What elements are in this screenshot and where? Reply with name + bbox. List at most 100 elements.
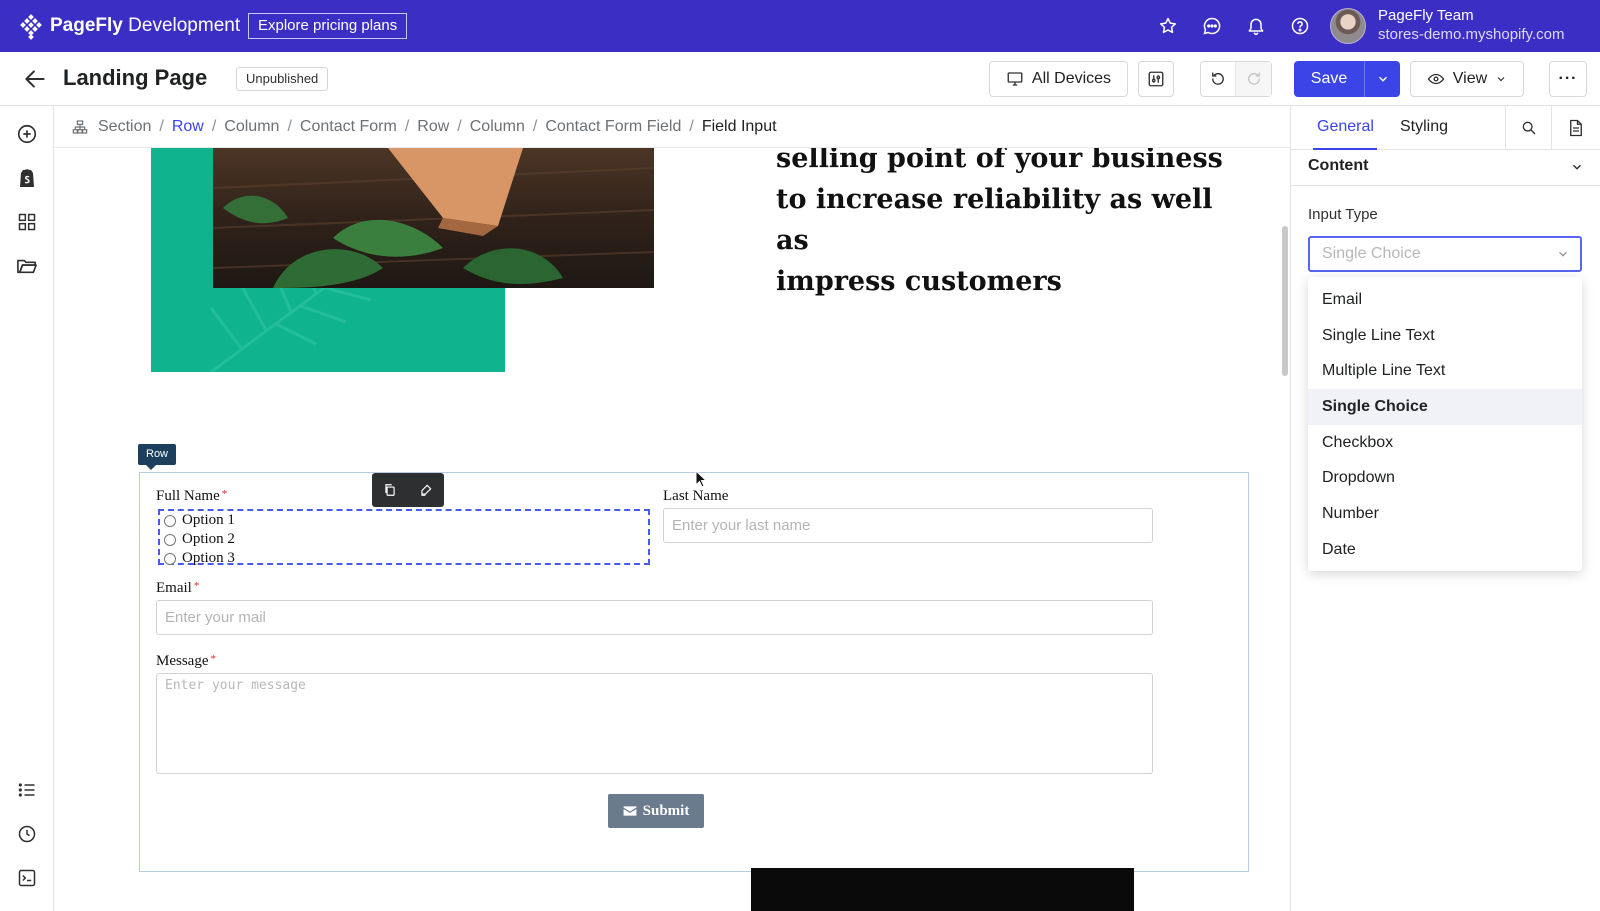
last-name-input[interactable]: Enter your last name <box>663 508 1153 543</box>
folder-icon[interactable] <box>15 254 39 278</box>
submit-button-label: Submit <box>642 802 690 819</box>
breadcrumb-field-input: Field Input <box>701 117 777 135</box>
email-label: Email * <box>156 580 200 596</box>
dropdown-option-dropdown[interactable]: Dropdown <box>1308 460 1582 496</box>
chevron-down-icon <box>1559 251 1567 257</box>
device-selector-label: All Devices <box>1031 70 1112 87</box>
chat-icon[interactable] <box>1200 14 1224 38</box>
save-options-button[interactable] <box>1364 61 1400 97</box>
list-icon[interactable] <box>15 778 39 802</box>
headline-line: impress customers <box>776 266 1062 297</box>
input-type-dropdown-menu: Email Single Line Text Multiple Line Tex… <box>1308 277 1582 571</box>
undo-button[interactable] <box>1201 62 1237 96</box>
breadcrumb-separator: / <box>211 117 217 135</box>
view-button-label: View <box>1452 70 1488 87</box>
tab-general[interactable]: General <box>1317 118 1374 136</box>
breadcrumb-separator: / <box>689 117 694 135</box>
sitemap-icon <box>72 119 88 134</box>
clock-icon[interactable] <box>15 822 39 846</box>
document-button[interactable] <box>1551 106 1600 150</box>
radio-option[interactable]: Option 3 <box>160 549 648 568</box>
status-badge: Unpublished <box>236 67 329 91</box>
row-tag[interactable]: Row <box>138 444 177 470</box>
product-photo <box>213 148 654 288</box>
radio-option-label: Option 2 <box>182 531 235 547</box>
settings-sliders-button[interactable] <box>1138 61 1174 97</box>
star-icon[interactable] <box>1156 14 1180 38</box>
single-choice-field[interactable]: Option 1 Option 2 Option 3 <box>158 509 650 568</box>
dropdown-option-date[interactable]: Date <box>1308 532 1582 568</box>
page-title: Landing Page <box>63 65 208 90</box>
style-brush-icon[interactable] <box>419 483 433 497</box>
shopify-icon[interactable] <box>15 166 39 190</box>
radio-option[interactable]: Option 1 <box>160 511 648 530</box>
breadcrumb-separator: / <box>532 117 538 135</box>
avatar[interactable] <box>1330 8 1366 44</box>
breadcrumb-separator: / <box>457 117 462 135</box>
message-label: Message * <box>156 653 216 669</box>
content-section-title: Content <box>1308 157 1369 174</box>
canvas-scrollbar[interactable] <box>1282 226 1288 376</box>
input-type-select[interactable]: Single Choice <box>1308 236 1582 272</box>
search-button[interactable] <box>1505 106 1551 150</box>
dropdown-option-single-choice[interactable]: Single Choice <box>1308 389 1582 425</box>
brand-name: PageFly Development <box>50 15 241 36</box>
pagefly-logo-icon <box>20 14 42 40</box>
breadcrumb-column-2[interactable]: Column <box>470 118 525 136</box>
explore-pricing-button[interactable]: Explore pricing plans <box>248 13 408 39</box>
headline-line: to increase reliability as well as <box>776 184 1213 256</box>
terminal-icon[interactable] <box>15 866 39 890</box>
input-type-value: Single Choice <box>1322 245 1421 262</box>
envelope-icon <box>623 806 637 816</box>
add-icon[interactable] <box>15 122 39 146</box>
breadcrumb-separator: / <box>404 117 410 135</box>
duplicate-icon[interactable] <box>383 483 397 497</box>
headline-line: selling point of your business <box>776 148 1223 174</box>
user-name: PageFly Team <box>1378 7 1474 24</box>
chevron-down-icon <box>1378 76 1387 82</box>
eye-icon <box>1427 73 1445 85</box>
radio-circle[interactable] <box>164 552 176 565</box>
breadcrumb-row[interactable]: Row <box>172 118 204 136</box>
device-selector[interactable]: All Devices <box>989 61 1128 97</box>
last-name-label: Last Name <box>663 488 729 504</box>
bell-icon[interactable] <box>1244 14 1268 38</box>
breadcrumb-section[interactable]: Section <box>98 118 151 136</box>
radio-option-label: Option 1 <box>182 512 235 528</box>
chevron-down-icon[interactable] <box>1570 160 1584 174</box>
monitor-icon <box>1007 72 1023 86</box>
dropdown-option-checkbox[interactable]: Checkbox <box>1308 425 1582 461</box>
input-type-label: Input Type <box>1308 206 1378 223</box>
more-options-button[interactable]: ··· <box>1549 61 1587 97</box>
view-button[interactable]: View <box>1410 61 1524 97</box>
redo-button[interactable] <box>1236 62 1271 96</box>
radio-circle[interactable] <box>164 514 176 527</box>
radio-option[interactable]: Option 2 <box>160 530 648 549</box>
dropdown-option-single-line-text[interactable]: Single Line Text <box>1308 318 1582 354</box>
field-toolbar <box>372 473 444 507</box>
dropdown-option-email[interactable]: Email <box>1308 282 1582 318</box>
help-icon[interactable] <box>1288 14 1312 38</box>
search-icon <box>1522 121 1535 135</box>
tab-styling[interactable]: Styling <box>1400 118 1448 136</box>
dark-image-block <box>751 868 1134 911</box>
message-textarea[interactable]: Enter your message <box>156 673 1153 774</box>
sliders-icon <box>1148 71 1164 87</box>
breadcrumb-row-2[interactable]: Row <box>417 118 449 136</box>
breadcrumb-contact-form[interactable]: Contact Form <box>300 118 397 136</box>
email-field[interactable]: Enter your mail <box>156 600 1153 635</box>
dropdown-option-number[interactable]: Number <box>1308 496 1582 532</box>
breadcrumb-separator: / <box>287 117 292 135</box>
grid-icon[interactable] <box>15 210 39 234</box>
breadcrumb-column[interactable]: Column <box>224 118 279 136</box>
undo-redo-group <box>1200 61 1272 97</box>
dropdown-option-multiple-line-text[interactable]: Multiple Line Text <box>1308 353 1582 389</box>
mouse-cursor-icon <box>695 470 708 488</box>
radio-circle[interactable] <box>164 533 176 546</box>
headline-text: selling point of your business to increa… <box>776 148 1246 302</box>
submit-button[interactable]: Submit <box>608 794 704 828</box>
breadcrumb-contact-form-field[interactable]: Contact Form Field <box>545 118 681 136</box>
redo-icon <box>1247 72 1260 85</box>
back-arrow-icon[interactable] <box>22 66 48 92</box>
save-button[interactable]: Save <box>1294 61 1364 97</box>
